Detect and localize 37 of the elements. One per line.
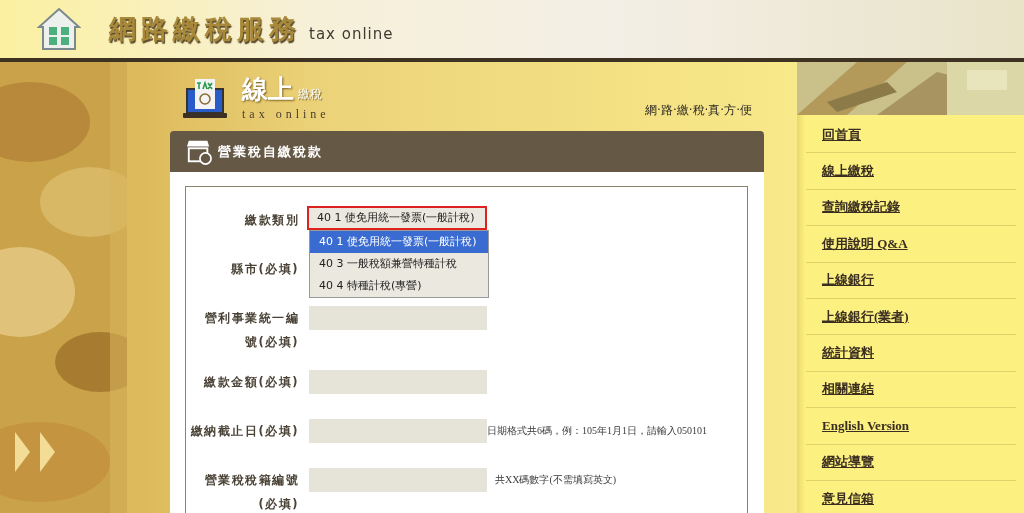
tax-laptop-icon <box>182 77 228 119</box>
nav-link[interactable]: 網站導覽 <box>806 444 1016 481</box>
banner-title-small: 繳稅 <box>298 87 322 101</box>
input-field[interactable] <box>309 419 487 443</box>
panel-title: 營業稅自繳稅款 <box>218 142 323 161</box>
select-field[interactable]: 40 1 使免用統一發票(一般計稅) <box>307 206 487 230</box>
field-hint: 共XX碼數字(不需填寫英文) <box>495 473 617 487</box>
nav-link[interactable]: 回首頁 <box>806 117 1016 154</box>
field-label: 繳款金額(必填) <box>203 374 299 391</box>
nav-link[interactable]: 使用說明 Q&A <box>806 226 1016 263</box>
site-title: 網路繳稅服務 <box>109 12 301 46</box>
nav-link[interactable]: 上線銀行 <box>806 262 1016 299</box>
nav-link[interactable]: English Version <box>806 408 1016 445</box>
input-field[interactable] <box>309 306 487 330</box>
dropdown-option[interactable]: 40 4 特種計稅(專營) <box>310 275 488 297</box>
input-field[interactable] <box>309 370 487 394</box>
house-icon[interactable] <box>37 7 81 51</box>
nav-link[interactable]: 查詢繳稅記錄 <box>806 189 1016 227</box>
input-field[interactable] <box>309 468 487 492</box>
banner-subtitle: tax online <box>242 107 330 122</box>
banner-title: 線上 <box>242 74 294 104</box>
site-subtitle: tax online <box>309 25 394 43</box>
field-label: 營利事業統一編號(必填) <box>203 310 299 351</box>
field-label: 縣市(必填) <box>230 261 299 278</box>
nav-link[interactable]: 意見信箱 <box>806 480 1016 513</box>
store-icon <box>186 138 212 165</box>
field-label: 繳款類別 <box>244 212 299 229</box>
nav-link[interactable]: 相關連結 <box>806 371 1016 409</box>
field-label: 營業稅稅籍編號(必填) <box>203 472 299 513</box>
field-hint: 日期格式共6碼，例：105年1月1日，請輸入050101 <box>487 424 707 438</box>
tagline: 網·路·繳·稅·真·方·便 <box>645 102 752 119</box>
nav-link[interactable]: 線上繳稅 <box>806 153 1016 190</box>
dropdown-option[interactable]: 40 3 一般稅額兼營特種計稅 <box>310 253 488 275</box>
nav-link[interactable]: 上線銀行(業者) <box>806 298 1016 336</box>
dropdown-option[interactable]: 40 1 使免用統一發票(一般計稅) <box>310 231 488 253</box>
field-label: 繳納截止日(必填) <box>190 423 299 440</box>
nav-link[interactable]: 統計資料 <box>806 335 1016 372</box>
